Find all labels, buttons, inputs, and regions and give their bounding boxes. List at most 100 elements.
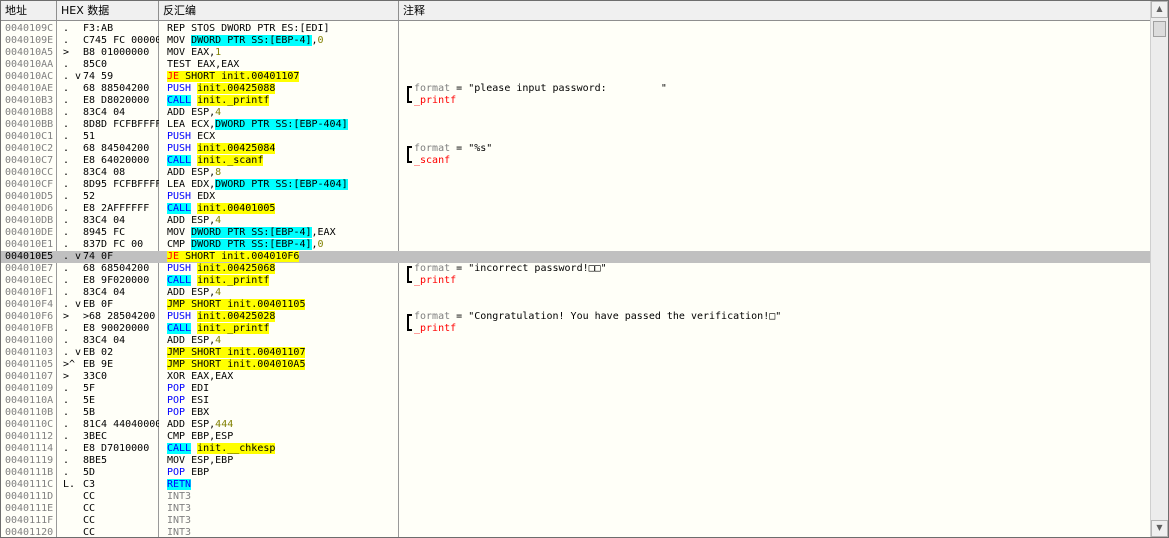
disasm-token: JMP SHORT init.00401105 xyxy=(167,299,306,310)
disasm-row[interactable]: 00401107 >33C0 XOR EAX,EAX xyxy=(1,371,1152,383)
disasm-row[interactable]: 0040111B. 5D POP EBP xyxy=(1,467,1152,479)
address-cell: 004010AC xyxy=(5,71,54,82)
disasm-cell: ADD ESP,4 xyxy=(167,287,397,299)
bracket-end-icon xyxy=(407,95,412,103)
disasm-row[interactable]: 004010E1. 837D FC 00 CMP DWORD PTR SS:[EBP… xyxy=(1,239,1152,251)
disasm-token: ECX xyxy=(191,131,216,142)
disasm-row[interactable]: 004010CC. 83C4 08 ADD ESP,8 xyxy=(1,167,1152,179)
address-cell: 004010B8 xyxy=(5,107,54,118)
disasm-row[interactable]: 004010F6 > >68 28504200 PUSH init.00425028 f… xyxy=(1,311,1152,323)
address-cell: 004010D6 xyxy=(5,203,54,214)
disasm-cell: RETN xyxy=(167,479,397,491)
hex-cell: 5B xyxy=(83,407,96,418)
jump-marker: . xyxy=(63,395,70,406)
scroll-thumb[interactable] xyxy=(1153,21,1166,37)
vertical-scrollbar[interactable]: ▲ ▼ xyxy=(1150,1,1168,537)
disasm-row[interactable]: 0040109E. C745 FC 00000 MOV DWORD PTR SS:[… xyxy=(1,35,1152,47)
bracket-end-icon xyxy=(407,323,412,331)
disasm-token: LEA EDX, xyxy=(167,179,216,190)
column-header-comment[interactable]: 注释 xyxy=(399,1,1152,20)
disasm-row[interactable]: 0040111C L. C3 RETN xyxy=(1,479,1152,491)
jump-marker: > xyxy=(63,371,70,382)
disasm-row[interactable]: 004010B3. E8 D8020000 CALL init._printf _pr… xyxy=(1,95,1152,107)
disasm-row[interactable]: 0040110B. 5B POP EBX xyxy=(1,407,1152,419)
column-header-address[interactable]: 地址 xyxy=(1,1,57,20)
disasm-row[interactable]: 0040111F CC INT3 xyxy=(1,515,1152,527)
disasm-cell: CALL init.__chkesp xyxy=(167,443,397,455)
jump-marker: . xyxy=(63,35,70,46)
disasm-row[interactable]: 0040110C. 81C4 44040000 ADD ESP,444 xyxy=(1,419,1152,431)
disasm-row[interactable]: 00401119. 8BE5 MOV ESP,EBP xyxy=(1,455,1152,467)
disasm-token: ADD ESP, xyxy=(167,215,216,226)
arg-label: format xyxy=(414,263,451,274)
disasm-token: DWORD PTR SS:[EBP-404] xyxy=(215,119,348,130)
hex-cell: E8 D8020000 xyxy=(83,95,150,106)
disasm-row[interactable]: 0040111E CC INT3 xyxy=(1,503,1152,515)
disasm-row[interactable]: 00401105 >^ EB 9E JMP SHORT init.004010A5 xyxy=(1,359,1152,371)
disasm-row[interactable]: 004010DE. 8945 FC MOV DWORD PTR SS:[EBP-4]… xyxy=(1,227,1152,239)
disasm-row[interactable]: 004010BB. 8D8D FCFBFFFF LEA ECX,DWORD PTR … xyxy=(1,119,1152,131)
disasm-row[interactable]: 00401112. 3BEC CMP EBP,ESP xyxy=(1,431,1152,443)
disasm-row[interactable]: 00401100. 83C4 04 ADD ESP,4 xyxy=(1,335,1152,347)
disasm-row[interactable]: 004010F4 . v EB 0F JMP SHORT init.00401105 xyxy=(1,299,1152,311)
disasm-row[interactable]: 004010D6. E8 2AFFFFFF CALL init.00401005 xyxy=(1,203,1152,215)
disasm-token: init.00425084 xyxy=(197,143,276,154)
disasm-row[interactable]: 004010AC . v 74 59 JE SHORT init.00401107 xyxy=(1,71,1152,83)
disasm-row[interactable]: 004010F1. 83C4 04 ADD ESP,4 xyxy=(1,287,1152,299)
disasm-token: MOV xyxy=(167,35,192,46)
disasm-token: init._printf xyxy=(197,95,270,106)
disasm-row[interactable]: 004010D5. 52 PUSH EDX xyxy=(1,191,1152,203)
jump-marker xyxy=(63,503,81,515)
disasm-row[interactable]: 004010AE. 68 88504200 PUSH init.00425088 fo… xyxy=(1,83,1152,95)
jump-marker: . xyxy=(63,335,70,346)
comment-cell: _scanf xyxy=(407,155,1147,167)
hex-cell: F3:AB xyxy=(83,23,114,34)
address-cell: 004010CF xyxy=(5,179,54,190)
disassembly-window: 地址 HEX 数据 反汇编 注释 0040109C. F3:AB REP STOS … xyxy=(0,0,1169,538)
disasm-row[interactable]: 004010E7. 68 68504200 PUSH init.00425068 fo… xyxy=(1,263,1152,275)
disasm-token: 4 xyxy=(215,335,222,346)
disasm-row[interactable]: 004010C1. 51 PUSH ECX xyxy=(1,131,1152,143)
disasm-token: init.00425068 xyxy=(197,263,276,274)
disasm-token: MOV EAX, xyxy=(167,47,216,58)
address-cell: 004010C2 xyxy=(5,143,54,154)
address-cell: 0040111E xyxy=(5,503,54,514)
disasm-cell: JE SHORT init.004010F6 xyxy=(167,251,397,263)
disasm-listing[interactable]: 0040109C. F3:AB REP STOS DWORD PTR ES:[EDI… xyxy=(1,21,1152,537)
disasm-row[interactable]: 0040109C. F3:AB REP STOS DWORD PTR ES:[EDI… xyxy=(1,23,1152,35)
column-header-hex[interactable]: HEX 数据 xyxy=(57,1,159,20)
address-cell: 004010F4 xyxy=(5,299,54,310)
disasm-row[interactable]: 004010EC. E8 9F020000 CALL init._printf _pr… xyxy=(1,275,1152,287)
hex-cell: 83C4 04 xyxy=(83,335,126,346)
address-cell: 004010C7 xyxy=(5,155,54,166)
disasm-row[interactable]: 0040110A. 5E POP ESI xyxy=(1,395,1152,407)
column-header-disasm[interactable]: 反汇编 xyxy=(159,1,399,20)
hex-cell: 5F xyxy=(83,383,96,394)
disasm-token: CALL xyxy=(167,275,192,286)
disasm-row[interactable]: 004010CF. 8D95 FCFBFFFF LEA EDX,DWORD PTR … xyxy=(1,179,1152,191)
scroll-down-icon[interactable]: ▼ xyxy=(1151,520,1168,537)
address-cell: 00401112 xyxy=(5,431,54,442)
scroll-up-icon[interactable]: ▲ xyxy=(1151,1,1168,18)
disasm-token: init._printf xyxy=(197,323,270,334)
disasm-row[interactable]: 004010C7. E8 64020000 CALL init._scanf _sca… xyxy=(1,155,1152,167)
disasm-row[interactable]: 004010AA. 85C0 TEST EAX,EAX xyxy=(1,59,1152,71)
disasm-row[interactable]: 0040111D CC INT3 xyxy=(1,491,1152,503)
jump-marker: . xyxy=(63,407,70,418)
disasm-row[interactable]: 004010C2. 68 84504200 PUSH init.00425084 fo… xyxy=(1,143,1152,155)
address-cell: 00401120 xyxy=(5,527,54,537)
disasm-cell: MOV ESP,EBP xyxy=(167,455,397,467)
comment-cell: format = "Congratulation! You have passe… xyxy=(407,311,1147,323)
disasm-row[interactable]: 004010E5 . v 74 0F JE SHORT init.004010F6 xyxy=(1,251,1152,263)
disasm-row[interactable]: 00401120 CC INT3 xyxy=(1,527,1152,537)
jump-marker: . xyxy=(63,227,70,238)
disasm-row[interactable]: 004010B8. 83C4 04 ADD ESP,4 xyxy=(1,107,1152,119)
disasm-row[interactable]: 00401109. 5F POP EDI xyxy=(1,383,1152,395)
jump-marker: . xyxy=(63,143,70,154)
disasm-row[interactable]: 004010FB. E8 90020000 CALL init._printf _pr… xyxy=(1,323,1152,335)
disasm-row[interactable]: 004010DB. 83C4 04 ADD ESP,4 xyxy=(1,215,1152,227)
disasm-row[interactable]: 004010A5 > B8 01000000 MOV EAX,1 xyxy=(1,47,1152,59)
disasm-row[interactable]: 00401103 . v EB 02 JMP SHORT init.00401107 xyxy=(1,347,1152,359)
disasm-row[interactable]: 00401114. E8 D7010000 CALL init.__chkesp xyxy=(1,443,1152,455)
comment-cell: _printf xyxy=(407,323,1147,335)
